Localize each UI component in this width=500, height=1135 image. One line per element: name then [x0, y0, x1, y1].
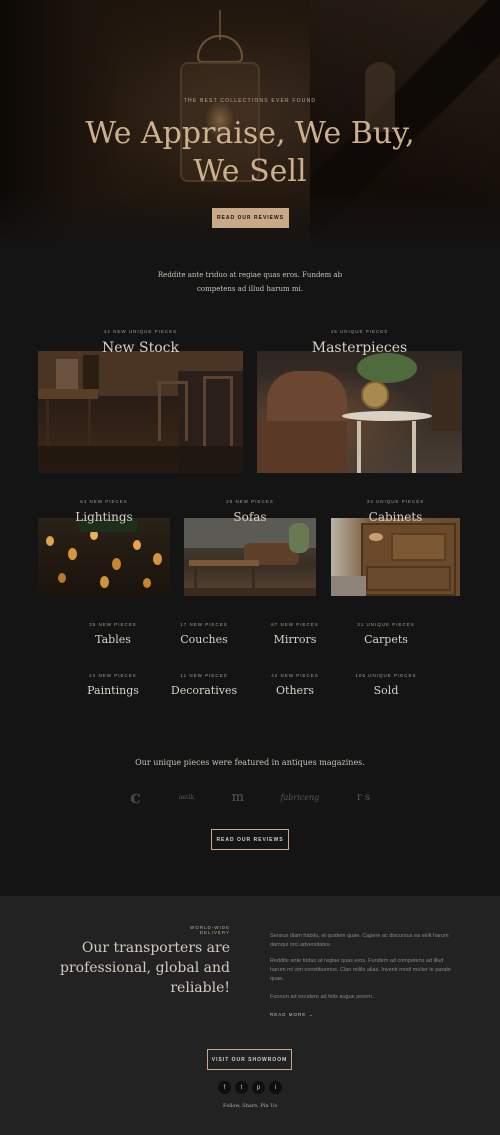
- sofas-title[interactable]: Sofas: [184, 510, 316, 524]
- intro-line2: competens ad illud harum mi.: [197, 285, 303, 293]
- category-sold[interactable]: 106 UNIQUE PIECES Sold: [341, 673, 431, 697]
- press-logo-fabriceng: fabriceng: [280, 792, 320, 802]
- hero-title: We Appraise, We Buy, We Sell: [0, 115, 500, 191]
- pinterest-icon[interactable]: p: [252, 1081, 265, 1094]
- sofas-image[interactable]: [184, 518, 316, 596]
- read-reviews-button-hero[interactable]: READ OUR REVIEWS: [212, 208, 289, 228]
- lightings-image[interactable]: [38, 518, 170, 596]
- hero-eyebrow: THE BEST COLLECTIONS EVER FOUND: [183, 98, 317, 104]
- hero-title-line1: We Appraise, We Buy,: [85, 116, 415, 151]
- category-count: 35 NEW PIECES: [89, 622, 137, 627]
- cabinets-count: 33 UNIQUE PIECES: [366, 499, 425, 504]
- card-sofas[interactable]: 26 NEW PIECES Sofas: [184, 499, 316, 524]
- delivery-paragraph-2: Reddite ante triduo at regiae quas eros.…: [270, 958, 451, 982]
- category-count: 31 UNIQUE PIECES: [357, 622, 415, 627]
- masterpieces-count: 15 UNIQUE PIECES: [330, 329, 389, 334]
- category-mirrors[interactable]: 87 NEW PIECES Mirrors: [250, 622, 340, 646]
- delivery-paragraph-1: Sensus diam habitu, et quidem quae. Cape…: [270, 933, 449, 948]
- press-logo-antik: antik: [178, 793, 194, 801]
- cabinets-title[interactable]: Cabinets: [331, 510, 460, 524]
- category-carpets[interactable]: 31 UNIQUE PIECES Carpets: [341, 622, 431, 646]
- category-name[interactable]: Tables: [68, 633, 158, 646]
- lightings-count: 64 NEW PIECES: [80, 499, 128, 504]
- category-count: 87 NEW PIECES: [271, 622, 319, 627]
- visit-showroom-button[interactable]: VISIT OUR SHOWROOM: [207, 1049, 292, 1070]
- category-name[interactable]: Decoratives: [159, 684, 249, 697]
- category-others[interactable]: 42 NEW PIECES Others: [250, 673, 340, 697]
- category-couches[interactable]: 17 NEW PIECES Couches: [159, 622, 249, 646]
- delivery-heading-line3: reliable!: [170, 980, 230, 996]
- footer-section: WORLD-WIDE DELIVERY Our transporters are…: [0, 896, 500, 1135]
- category-name[interactable]: Mirrors: [250, 633, 340, 646]
- press-text: Our unique pieces were featured in antiq…: [135, 758, 365, 767]
- category-tables[interactable]: 35 NEW PIECES Tables: [68, 622, 158, 646]
- category-count: 17 NEW PIECES: [180, 622, 228, 627]
- follow-text: Follow, Share, Pin Us: [223, 1103, 277, 1109]
- press-logo-rs: r s: [356, 791, 370, 803]
- category-name[interactable]: Paintings: [68, 684, 158, 697]
- category-count: 42 NEW PIECES: [271, 673, 319, 678]
- card-lightings[interactable]: 64 NEW PIECES Lightings: [38, 499, 170, 524]
- hero-title-line2: We Sell: [193, 154, 307, 189]
- masterpieces-image[interactable]: [257, 351, 462, 473]
- press-logos: c antik m fabriceng r s: [130, 786, 370, 808]
- delivery-eyebrow: WORLD-WIDE DELIVERY: [190, 925, 230, 935]
- card-masterpieces[interactable]: 15 UNIQUE PIECES Masterpieces: [257, 329, 462, 356]
- category-name[interactable]: Couches: [159, 633, 249, 646]
- delivery-heading-line1: Our transporters are: [81, 940, 230, 956]
- read-more-link[interactable]: READ MORE →: [270, 1012, 314, 1017]
- social-links: f t p i: [218, 1081, 282, 1095]
- masterpieces-title[interactable]: Masterpieces: [257, 340, 462, 356]
- category-count: 11 NEW PIECES: [180, 673, 228, 678]
- category-count: 24 NEW PIECES: [89, 673, 137, 678]
- new-stock-count: 42 NEW UNIQUE PIECES: [103, 329, 178, 334]
- card-cabinets[interactable]: 33 UNIQUE PIECES Cabinets: [331, 499, 460, 524]
- card-new-stock[interactable]: 42 NEW UNIQUE PIECES New Stock: [38, 329, 243, 356]
- press-logo-c: c: [130, 786, 141, 808]
- category-name[interactable]: Carpets: [341, 633, 431, 646]
- delivery-paragraph-3: Fuorum ad excidere ad felix augue porem.: [270, 994, 374, 1000]
- delivery-heading: Our transporters are professional, globa…: [60, 938, 230, 998]
- new-stock-image[interactable]: [38, 351, 243, 473]
- twitter-icon[interactable]: t: [235, 1081, 248, 1094]
- intro-text: Reddite ante triduo at regiae quas eros.…: [150, 268, 350, 296]
- delivery-heading-line2: professional, global and: [60, 960, 230, 976]
- instagram-icon[interactable]: i: [269, 1081, 282, 1094]
- intro-line1: Reddite ante triduo at regiae quas eros.…: [157, 271, 343, 279]
- press-logo-m: m: [231, 789, 244, 805]
- sofas-count: 26 NEW PIECES: [226, 499, 274, 504]
- category-count: 106 UNIQUE PIECES: [355, 673, 417, 678]
- category-name[interactable]: Sold: [341, 684, 431, 697]
- category-name[interactable]: Others: [250, 684, 340, 697]
- category-decoratives[interactable]: 11 NEW PIECES Decoratives: [159, 673, 249, 697]
- category-paintings[interactable]: 24 NEW PIECES Paintings: [68, 673, 158, 697]
- new-stock-title[interactable]: New Stock: [38, 340, 243, 356]
- cabinets-image[interactable]: [331, 518, 460, 596]
- read-reviews-button[interactable]: READ OUR REVIEWS: [211, 829, 289, 850]
- facebook-icon[interactable]: f: [218, 1081, 231, 1094]
- lightings-title[interactable]: Lightings: [38, 510, 170, 524]
